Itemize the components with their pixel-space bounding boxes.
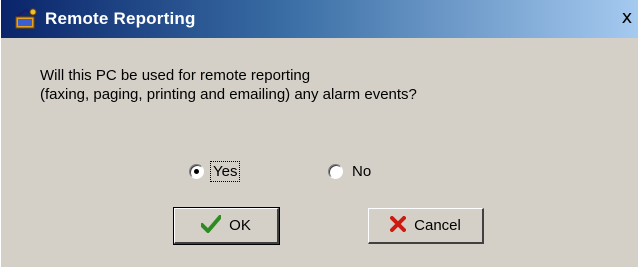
remote-reporting-dialog: Remote Reporting x Will this PC be used … <box>0 0 638 267</box>
radio-no-circle[interactable] <box>328 163 343 179</box>
ok-button-label: OK <box>229 217 251 234</box>
title-bar[interactable]: Remote Reporting x <box>1 0 638 38</box>
cancel-button[interactable]: Cancel <box>368 208 484 244</box>
dialog-message: Will this PC be used for remote reportin… <box>40 66 417 104</box>
radio-no-label[interactable]: No <box>350 162 373 181</box>
dialog-title: Remote Reporting <box>45 9 196 28</box>
remote-reporting-app-icon <box>14 8 38 30</box>
message-line-2: (faxing, paging, printing and emailing) … <box>40 86 417 103</box>
x-mark-icon <box>390 215 407 236</box>
checkmark-icon <box>200 214 223 237</box>
ok-button[interactable]: OK <box>173 207 280 245</box>
radio-yes[interactable]: Yes <box>189 160 241 182</box>
radio-yes-circle[interactable] <box>189 163 204 179</box>
cancel-button-label: Cancel <box>414 217 461 234</box>
radio-yes-label[interactable]: Yes <box>209 160 241 182</box>
close-button[interactable]: x <box>617 7 637 29</box>
message-line-1: Will this PC be used for remote reportin… <box>40 67 311 84</box>
radio-no[interactable]: No <box>328 160 373 182</box>
